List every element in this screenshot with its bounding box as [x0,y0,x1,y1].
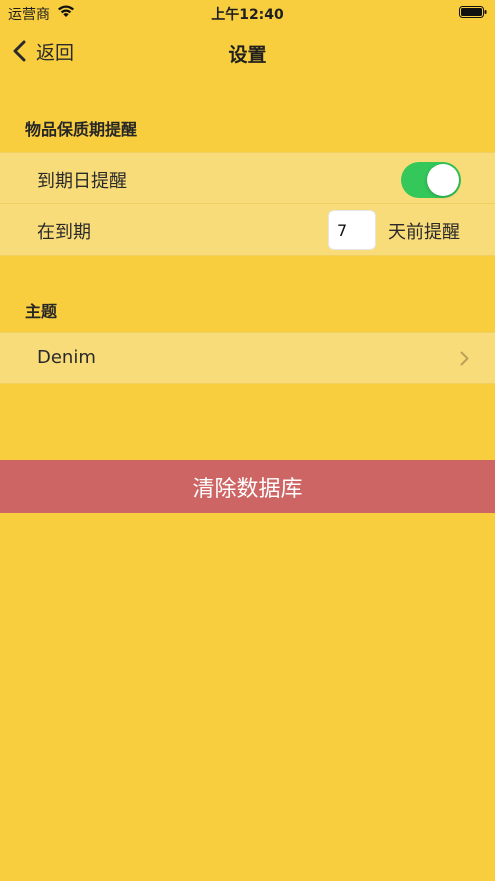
due-reminder-toggle[interactable] [401,162,461,198]
theme-settings-group: Denim [0,332,495,384]
clock: 上午12:40 [211,7,284,23]
chevron-right-icon [460,351,469,366]
due-reminder-row: 到期日提醒 [0,152,495,204]
toggle-knob [427,164,459,196]
theme-value-label: Denim [37,347,96,368]
clear-database-button[interactable]: 清除数据库 [0,460,495,513]
section-header-theme: 主题 [25,302,58,321]
status-bar: 运营商 上午12:40 [0,0,495,26]
days-before-row: 在到期 天前提醒 [0,204,495,256]
expiry-settings-group: 到期日提醒 在到期 天前提醒 [0,152,495,256]
days-before-label: 在到期 [37,222,91,243]
section-header-expiry: 物品保质期提醒 [25,120,138,139]
days-before-input[interactable] [328,210,376,250]
navigation-bar: 返回 设置 [0,26,495,76]
page-title: 设置 [228,44,267,66]
days-suffix-label: 天前提醒 [388,222,460,243]
theme-row[interactable]: Denim [0,332,495,384]
due-reminder-label: 到期日提醒 [37,171,127,192]
battery-icon [459,6,487,18]
